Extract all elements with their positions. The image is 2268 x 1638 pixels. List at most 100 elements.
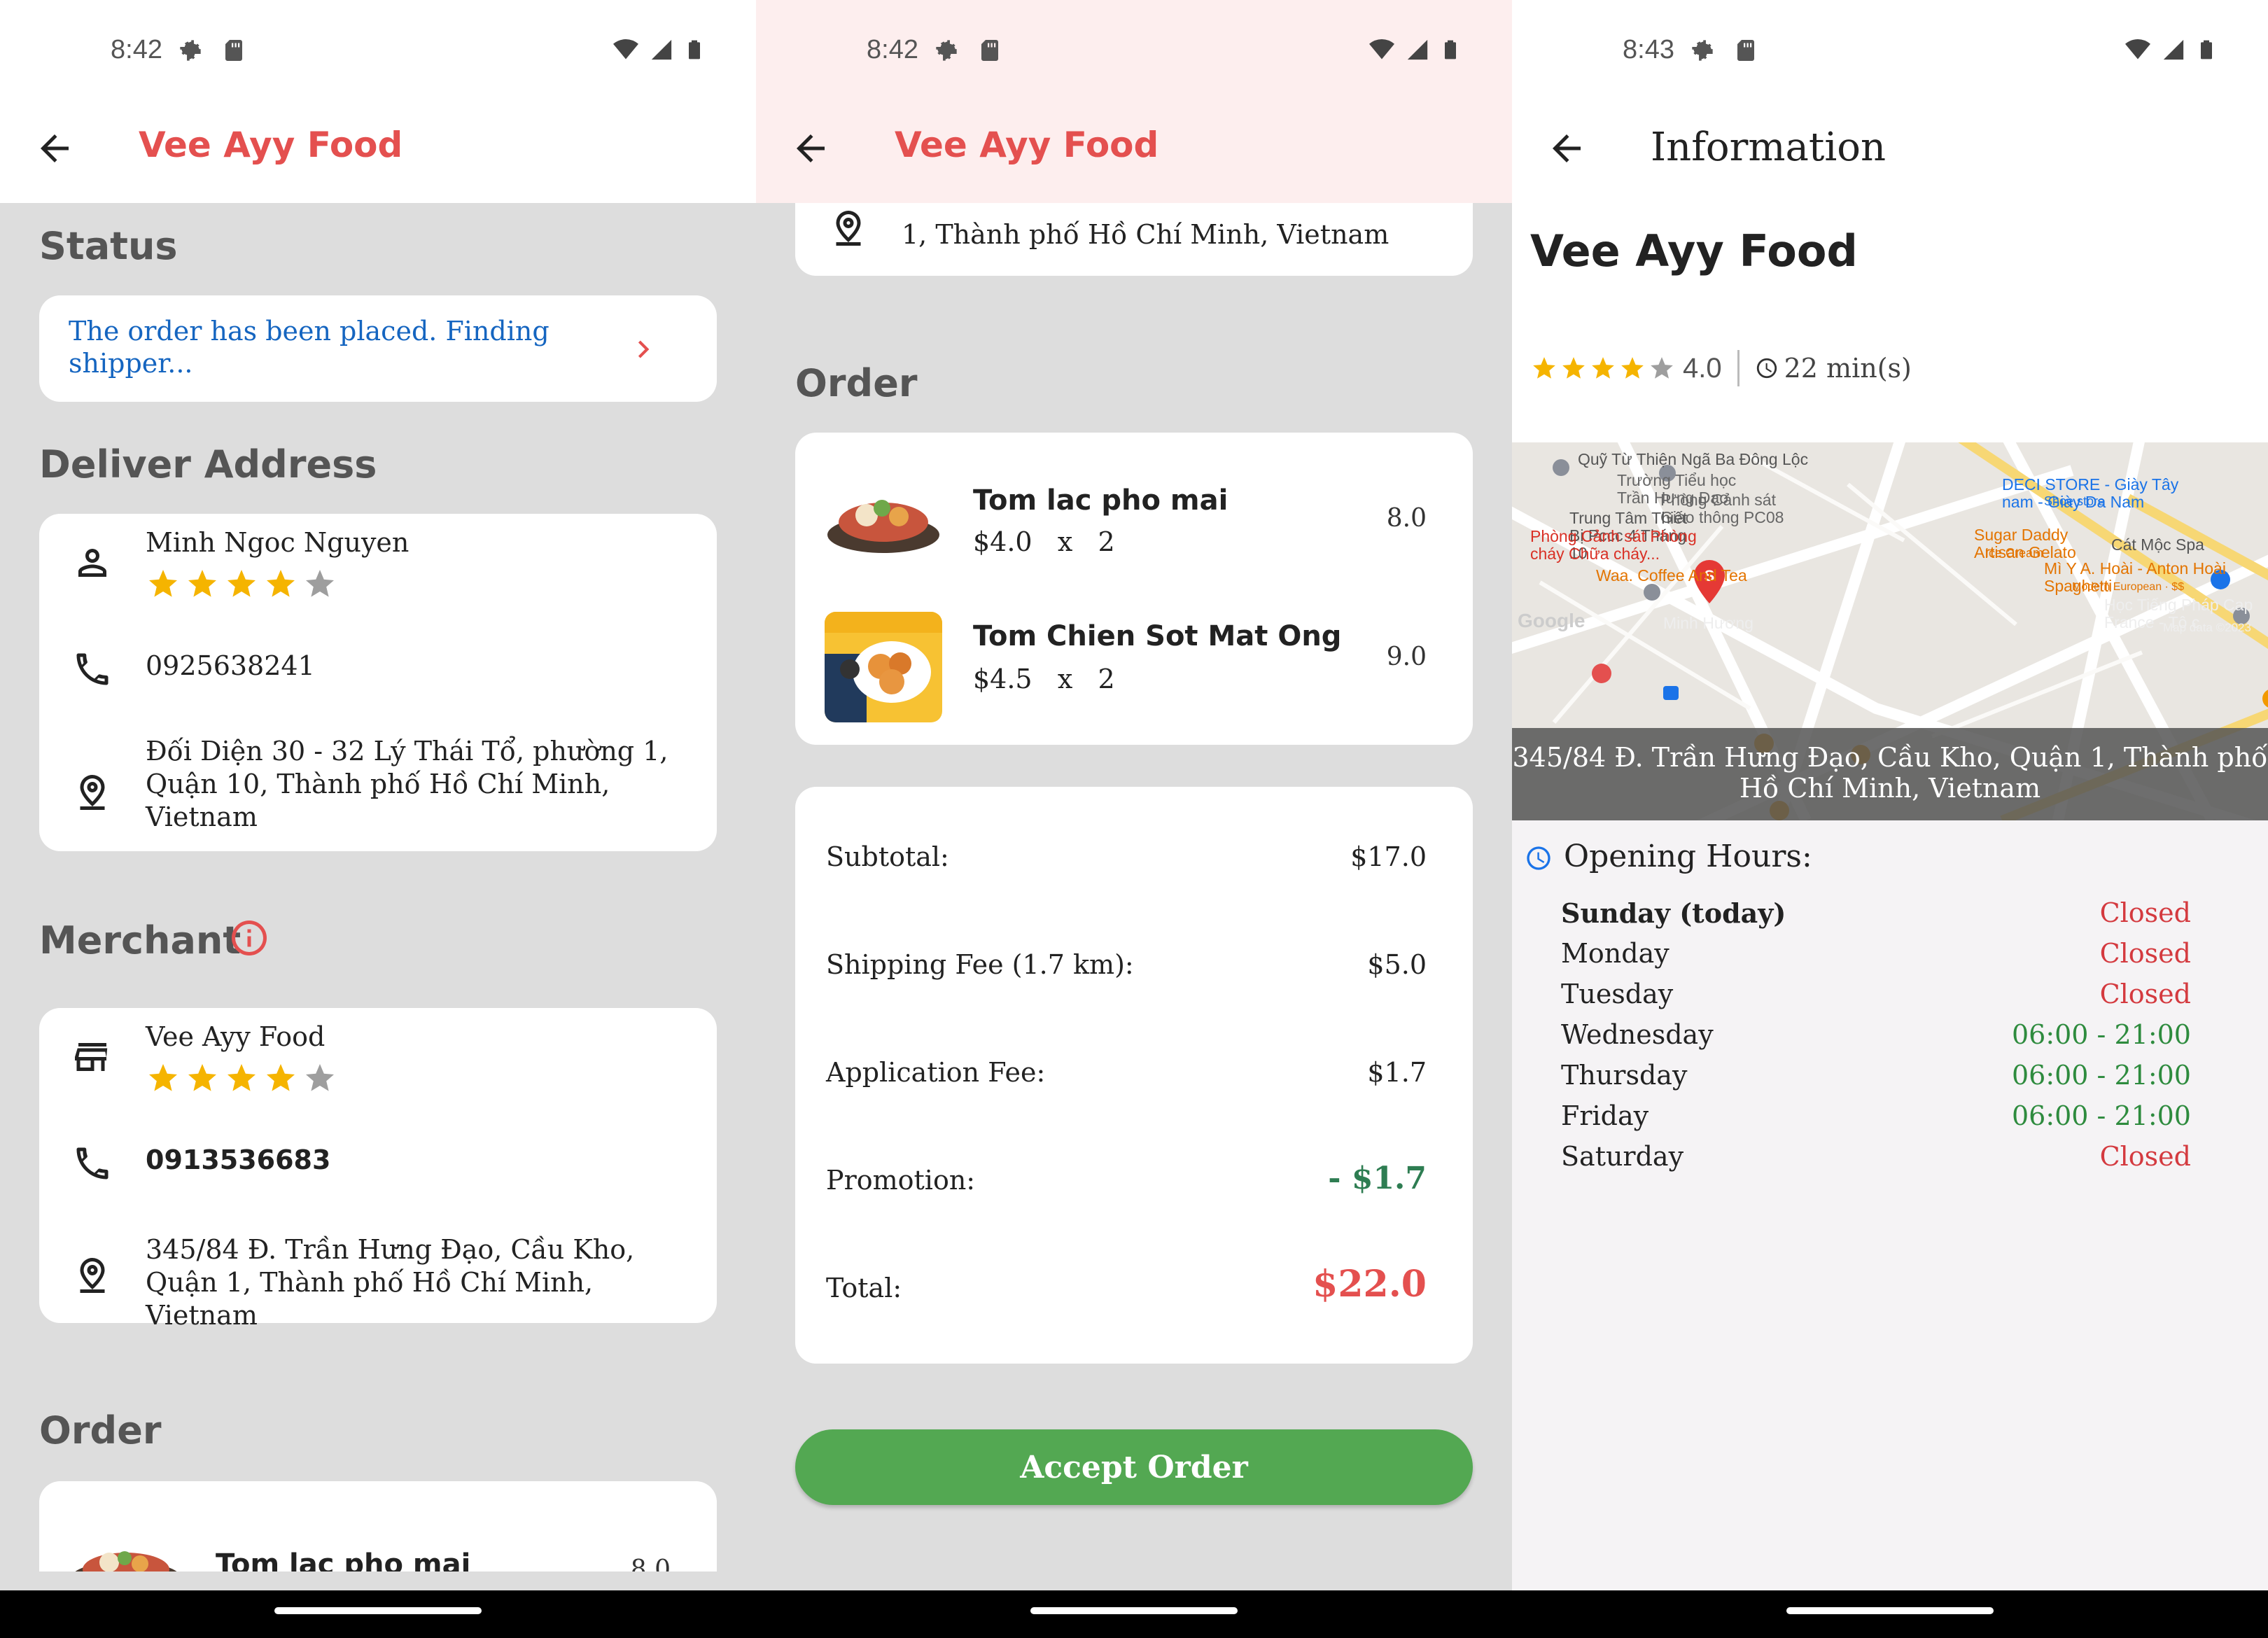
- map-label: Ice Cream: [1985, 546, 2044, 560]
- battery-icon: [2195, 36, 2218, 63]
- map-attribution: Map data ©2023: [2163, 621, 2251, 634]
- store-icon: [71, 1036, 113, 1078]
- map-label: Phòng Cảnh sát Phòng cháy Chữa cháy...: [1530, 527, 1697, 563]
- hours-row: Friday 06:00 - 21:00: [1561, 1100, 2191, 1141]
- merchant-heading: Merchant: [39, 918, 241, 962]
- day-label: Thursday: [1561, 1060, 1688, 1091]
- food-image: [825, 612, 942, 722]
- order-item-name: Tom lac pho mai: [216, 1548, 471, 1572]
- signal-icon: [2162, 38, 2185, 62]
- hours-value: 06:00 - 21:00: [2011, 1019, 2191, 1050]
- status-time: 8:42: [111, 35, 162, 64]
- day-label: Monday: [1561, 938, 1670, 969]
- accept-order-button[interactable]: Accept Order: [795, 1429, 1473, 1505]
- back-arrow-icon[interactable]: [1546, 127, 1588, 169]
- order-detail-scroll[interactable]: 1, Thành phố Hồ Chí Minh, Vietnam Order …: [756, 203, 1512, 1572]
- merchant-rating: [146, 1061, 337, 1095]
- location-map[interactable]: S Quỹ Từ Thiện Ngã Ba Đông Lộc Trường Ti…: [1512, 442, 2268, 820]
- order-items-card: Tom lac pho mai $4.0 x 2 8.0 Tom Chien S…: [795, 433, 1473, 745]
- home-gesture-handle[interactable]: [274, 1607, 482, 1614]
- star-icon: [146, 1061, 181, 1095]
- day-label: Friday: [1561, 1100, 1649, 1131]
- customer-address: Đối Diện 30 - 32 Lý Thái Tổ, phường 1, Q…: [146, 736, 668, 832]
- gear-icon: [175, 35, 206, 66]
- app-title: Information: [1651, 125, 1886, 170]
- map-address-overlay: 345/84 Đ. Trần Hưng Đạo, Cầu Kho, Quận 1…: [1512, 728, 2268, 820]
- order-item-rating: 8.0: [1386, 504, 1427, 533]
- wifi-icon: [1368, 37, 1396, 62]
- status-time: 8:42: [867, 35, 918, 64]
- status-text: The order has been placed. Finding shipp…: [69, 316, 550, 379]
- merchant-address-tail: 1, Thành phố Hồ Chí Minh, Vietnam: [902, 219, 1390, 250]
- map-label: Minh Hương: [1663, 614, 1754, 632]
- merchant-phone[interactable]: 0913536683: [146, 1144, 330, 1177]
- hours-row: Wednesday 06:00 - 21:00: [1561, 1019, 2191, 1060]
- app-bar: Information: [1512, 98, 2268, 203]
- food-image: [825, 476, 942, 559]
- merchant-name: Vee Ayy Food: [1530, 225, 1858, 276]
- clock-icon: [1525, 844, 1553, 872]
- status-bar: 8:42: [756, 0, 1512, 98]
- food-image: [67, 1530, 185, 1572]
- app-fee-value: $1.7: [1367, 1057, 1427, 1088]
- total-label: Total:: [826, 1273, 902, 1303]
- order-item-price: $4.0 x 2: [973, 526, 1115, 557]
- info-icon[interactable]: [228, 917, 270, 959]
- customer-phone[interactable]: 0925638241: [146, 650, 315, 682]
- day-label: Sunday (today): [1561, 897, 1786, 929]
- map-label: Waa. Coffee And Tea: [1596, 566, 1747, 584]
- merchant-address: 345/84 Đ. Trần Hưng Đạo, Cầu Kho, Quận 1…: [146, 1234, 635, 1331]
- merchant-name: Vee Ayy Food: [146, 1021, 326, 1052]
- opening-hours-title: Opening Hours:: [1564, 839, 1812, 874]
- deliver-address-heading: Deliver Address: [39, 442, 377, 486]
- divider: [1737, 350, 1740, 386]
- hours-row: Thursday 06:00 - 21:00: [1561, 1060, 2191, 1100]
- signal-icon: [1406, 38, 1429, 62]
- order-detail-scroll[interactable]: Status The order has been placed. Findin…: [0, 203, 756, 1572]
- star-icon: [146, 567, 181, 601]
- shipping-label: Shipping Fee (1.7 km):: [826, 949, 1134, 980]
- map-label: Cát Mộc Spa: [2111, 536, 2204, 554]
- subtotal-value: $17.0: [1350, 841, 1427, 872]
- merchant-information-screen: 8:43 Information Vee Ayy Food 4.0 22 min…: [1512, 0, 2268, 1638]
- hours-row: Monday Closed: [1561, 938, 2191, 979]
- hours-value: Closed: [2099, 1141, 2191, 1172]
- wifi-icon: [2124, 37, 2152, 62]
- status-bar: 8:43: [1512, 0, 2268, 98]
- day-label: Saturday: [1561, 1141, 1684, 1172]
- star-icon: [1589, 355, 1617, 382]
- back-arrow-icon[interactable]: [34, 127, 76, 169]
- location-pin-icon: [71, 771, 113, 813]
- hours-value: Closed: [2099, 979, 2191, 1009]
- accept-order-screen: 8:42 Vee Ayy Food 1, Thành phố Hồ Chí Mi…: [756, 0, 1512, 1638]
- battery-icon: [1439, 36, 1462, 63]
- day-label: Wednesday: [1561, 1019, 1714, 1050]
- back-arrow-icon[interactable]: [790, 127, 832, 169]
- hours-value: 06:00 - 21:00: [2011, 1100, 2191, 1131]
- status-card[interactable]: The order has been placed. Finding shipp…: [39, 295, 717, 402]
- location-pin-icon: [71, 1254, 113, 1296]
- signal-icon: [650, 38, 673, 62]
- hours-value: 06:00 - 21:00: [2011, 1060, 2191, 1091]
- star-icon: [185, 1061, 220, 1095]
- star-icon: [185, 567, 220, 601]
- summary-card: Subtotal: $17.0 Shipping Fee (1.7 km): $…: [795, 787, 1473, 1364]
- order-item-price: $4.5 x 2: [973, 664, 1115, 694]
- app-title: Vee Ayy Food: [139, 125, 403, 165]
- shipping-value: $5.0: [1367, 949, 1427, 980]
- home-gesture-handle[interactable]: [1030, 1607, 1238, 1614]
- home-gesture-handle[interactable]: [1786, 1607, 1994, 1614]
- star-icon: [224, 1061, 259, 1095]
- hours-value: Closed: [2099, 938, 2191, 969]
- deliver-address-card: Minh Ngoc Nguyen 0925638241 Đối Diện 30 …: [39, 514, 717, 851]
- hours-row: Saturday Closed: [1561, 1141, 2191, 1182]
- google-logo: Google: [1518, 610, 1586, 631]
- map-label: Modern European · $$: [2072, 581, 2185, 593]
- order-item-rating: 8.0: [630, 1555, 671, 1572]
- sd-card-icon: [221, 36, 246, 64]
- gear-icon: [1687, 35, 1718, 66]
- order-heading: Order: [39, 1408, 162, 1452]
- merchant-card: Vee Ayy Food 0913536683 345/84 Đ. Trần H…: [39, 1008, 717, 1331]
- status-bar: 8:42: [0, 0, 756, 98]
- app-title: Vee Ayy Food: [895, 125, 1159, 165]
